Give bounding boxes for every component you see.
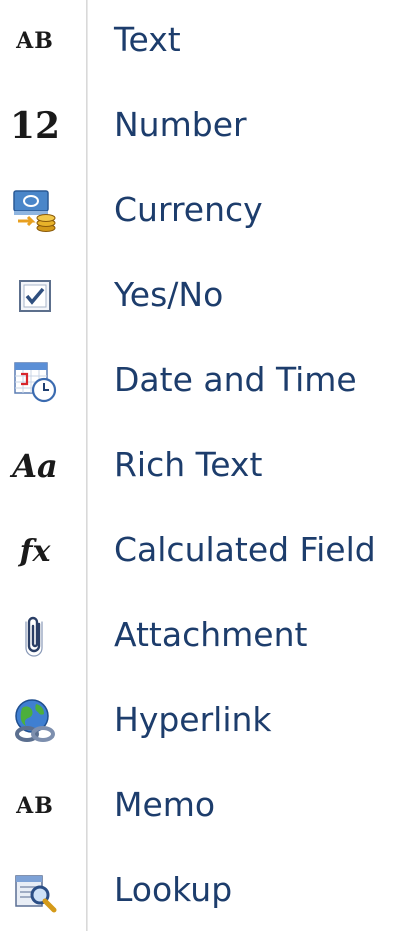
menu-item-label: Calculated Field [114,530,376,569]
rich-text-aa-icon: Aa [12,447,58,485]
ab-memo-icon: AB [16,793,54,819]
menu-item-label: Attachment [114,615,308,654]
menu-item-label: Date and Time [114,360,357,399]
menu-item-attachment[interactable]: Attachment [0,595,417,675]
menu-item-hyperlink[interactable]: Hyperlink [0,680,417,760]
menu-item-label: Memo [114,785,216,824]
checkbox-icon [10,273,60,319]
paperclip-icon [10,613,60,659]
menu-item-number[interactable]: 12 Number [0,85,417,165]
function-fx-icon: fx [19,533,51,569]
menu-item-lookup[interactable]: Lookup [0,850,417,930]
menu-item-label: Rich Text [114,445,263,484]
menu-item-label: Yes/No [114,275,224,314]
menu-item-date-time[interactable]: Date and Time [0,340,417,420]
ab-text-icon: AB [16,28,54,54]
menu-item-currency[interactable]: Currency [0,170,417,250]
menu-item-label: Hyperlink [114,700,272,739]
menu-item-label: Lookup [114,870,233,909]
menu-item-calculated-field[interactable]: fx Calculated Field [0,510,417,590]
menu-item-text[interactable]: AB Text [0,0,417,80]
menu-item-yes-no[interactable]: Yes/No [0,255,417,335]
field-type-menu: AB Text 12 Number Currency Yes/No Date a… [0,0,417,931]
globe-link-icon [10,698,60,744]
menu-item-label: Number [114,105,247,144]
currency-coins-icon [10,188,60,234]
menu-item-label: Currency [114,190,263,229]
menu-item-rich-text[interactable]: Aa Rich Text [0,425,417,505]
menu-item-memo[interactable]: AB Memo [0,765,417,845]
menu-item-label: Text [114,20,181,59]
number-12-icon: 12 [9,105,61,147]
calendar-clock-icon [10,358,60,404]
lookup-magnifier-icon [10,868,60,914]
